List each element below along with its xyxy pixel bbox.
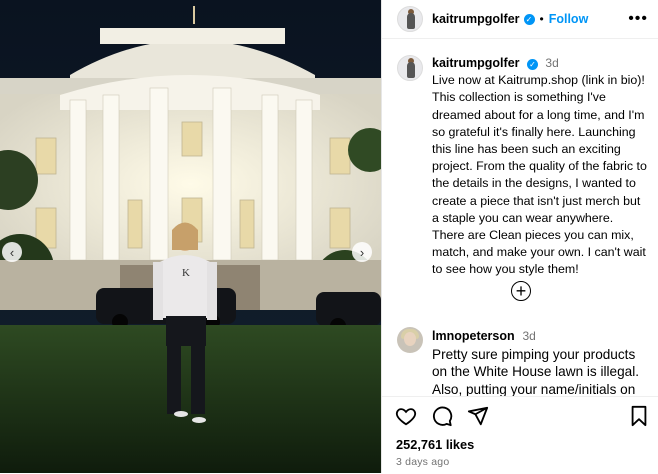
svg-text:K: K	[182, 267, 190, 279]
verified-badge-icon: ✓	[523, 13, 535, 25]
caption-timestamp[interactable]: 3d	[545, 56, 558, 70]
verified-badge-icon: ✓	[526, 59, 538, 70]
post-photo[interactable]: K ‹ ›	[0, 0, 381, 473]
post-header: kaitrumpgolfer ✓ • Follow •••	[382, 0, 658, 39]
heart-icon[interactable]	[395, 405, 417, 427]
author-avatar[interactable]	[397, 6, 423, 32]
carousel-next-button[interactable]: ›	[352, 242, 372, 262]
separator-dot: •	[539, 12, 544, 26]
post-actions-bar: 252,761 likes 3 days ago	[382, 396, 658, 474]
author-username[interactable]: kaitrumpgolfer	[432, 12, 520, 26]
caption-username[interactable]: kaitrumpgolfer	[432, 56, 520, 70]
comment-body: lmnopeterson 3d Pretty sure pimping your…	[432, 327, 648, 398]
commenter-username[interactable]: lmnopeterson	[432, 329, 515, 343]
comment-text: Pretty sure pimping your products on the…	[432, 346, 640, 397]
chevron-left-icon: ‹	[9, 244, 15, 260]
white-house-night-image: K	[0, 0, 381, 473]
post-age[interactable]: 3 days ago	[396, 456, 449, 468]
commenter-avatar[interactable]	[397, 327, 423, 353]
comment-timestamp[interactable]: 3d	[522, 329, 535, 343]
instagram-post-view: K ‹ › kaitrumpgolfer ✓ • Follow ••• kait…	[0, 0, 658, 474]
more-options-icon[interactable]: •••	[628, 10, 648, 28]
bookmark-icon[interactable]	[629, 405, 649, 427]
caption-text: Live now at Kaitrump.shop (link in bio)!…	[432, 73, 647, 277]
action-icons	[395, 405, 649, 429]
caption-author-avatar[interactable]	[397, 55, 423, 81]
follow-button[interactable]: Follow	[549, 12, 589, 26]
post-side-panel: kaitrumpgolfer ✓ • Follow ••• kaitrumpgo…	[381, 0, 658, 474]
carousel-prev-button[interactable]: ‹	[2, 242, 22, 262]
paper-plane-icon[interactable]	[467, 405, 489, 427]
plus-circle-icon[interactable]: +	[511, 281, 531, 301]
like-count[interactable]: 252,761 likes	[396, 437, 474, 452]
comment-item: lmnopeterson 3d Pretty sure pimping your…	[397, 327, 648, 398]
post-caption: kaitrumpgolfer ✓ 3d Live now at Kaitrump…	[382, 39, 658, 279]
comment-bubble-icon[interactable]	[431, 405, 453, 427]
caption-body: kaitrumpgolfer ✓ 3d Live now at Kaitrump…	[432, 55, 648, 279]
chevron-right-icon: ›	[359, 244, 365, 260]
